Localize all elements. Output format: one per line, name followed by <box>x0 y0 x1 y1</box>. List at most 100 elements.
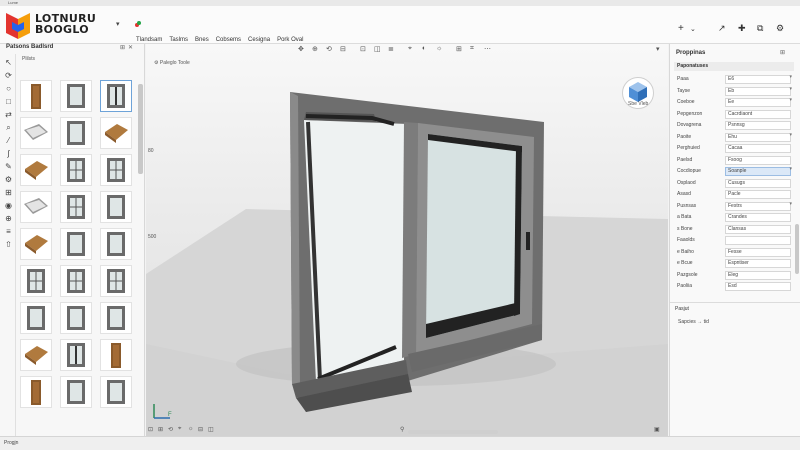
component-thumbnail[interactable] <box>20 376 52 408</box>
eye-icon[interactable]: ◉ <box>4 201 13 210</box>
dropdown-chevron-icon[interactable]: ▾ <box>789 74 792 80</box>
select-icon[interactable]: ↖ <box>4 58 13 67</box>
menu-item[interactable]: Tlandsam <box>136 37 162 43</box>
property-value[interactable]: E6 <box>725 75 791 84</box>
property-value[interactable]: Cacaa <box>725 144 791 153</box>
component-thumbnail-image <box>111 343 121 368</box>
component-thumbnail[interactable] <box>20 191 52 223</box>
component-thumbnail[interactable] <box>60 302 92 334</box>
brand-menu-chevron-icon[interactable]: ▾ <box>116 20 120 28</box>
panel-options-icon[interactable]: ⊞ <box>780 50 788 56</box>
dropdown-chevron-icon[interactable]: ▾ <box>789 166 792 172</box>
viewport-horizontal-scrollbar[interactable] <box>408 430 498 434</box>
property-value[interactable]: Pacle <box>725 190 791 199</box>
camera-icon[interactable]: ⌖ <box>178 426 181 433</box>
component-thumbnail[interactable] <box>20 265 52 297</box>
component-thumbnail[interactable] <box>60 228 92 260</box>
property-value[interactable]: Crandes <box>725 213 791 222</box>
properties-scrollbar[interactable] <box>795 224 799 274</box>
component-thumbnail[interactable] <box>100 265 132 297</box>
property-value[interactable]: Festrs <box>725 201 791 211</box>
menu-item[interactable]: Taslms <box>169 37 188 43</box>
add-menu-chevron-icon[interactable]: ⌄ <box>690 25 696 33</box>
light-icon[interactable]: ☼ <box>188 426 194 432</box>
component-thumbnail[interactable] <box>20 302 52 334</box>
ruler-icon[interactable]: ⊟ <box>198 426 203 433</box>
frame-icon[interactable]: ⊞ <box>158 426 163 433</box>
property-value[interactable]: Cusugs <box>725 178 791 188</box>
property-value[interactable]: Clansas <box>725 224 791 234</box>
component-thumbnail[interactable] <box>20 339 52 371</box>
component-thumbnail[interactable] <box>60 191 92 223</box>
export-icon[interactable]: ⇧ <box>4 240 13 249</box>
fit-icon[interactable]: ⊡ <box>148 426 153 433</box>
transform-icon[interactable]: ⟳ <box>4 71 13 80</box>
property-value[interactable]: Fesse <box>725 247 791 257</box>
component-thumbnail[interactable] <box>60 117 92 149</box>
component-thumbnail[interactable] <box>100 376 132 408</box>
property-value[interactable]: Esd <box>725 282 791 291</box>
property-value[interactable]: Eleg <box>725 270 791 280</box>
component-thumbnail[interactable] <box>100 80 132 112</box>
orbit-icon[interactable]: ⟲ <box>168 426 173 433</box>
menu-item[interactable]: Cesigna <box>248 37 270 43</box>
component-thumbnail[interactable] <box>100 302 132 334</box>
component-thumbnail[interactable] <box>20 154 52 186</box>
globe-icon[interactable]: ⊕ <box>4 214 13 223</box>
line-icon[interactable]: ⁄ <box>4 136 13 145</box>
window-3d-model[interactable] <box>276 92 556 412</box>
property-value[interactable]: Espntiser <box>725 259 791 268</box>
curve-icon[interactable]: ∫ <box>4 149 13 158</box>
component-thumbnail[interactable] <box>60 265 92 297</box>
component-thumbnail[interactable] <box>60 376 92 408</box>
copy-icon[interactable]: ⧉ <box>757 23 763 34</box>
dropdown-chevron-icon[interactable]: ▾ <box>789 86 792 92</box>
plus-icon[interactable]: ✚ <box>738 23 746 34</box>
dropdown-chevron-icon[interactable]: ▾ <box>789 132 792 138</box>
property-value[interactable]: Psnnsg <box>725 121 791 130</box>
section-icon[interactable]: ◫ <box>208 426 214 433</box>
property-value[interactable]: Eb <box>725 86 791 96</box>
property-value[interactable]: Soanple <box>725 167 791 176</box>
component-thumbnail[interactable] <box>20 80 52 112</box>
circle-icon[interactable]: ○ <box>4 84 13 93</box>
grid-icon[interactable]: ⊞ <box>4 188 13 197</box>
settings-icon[interactable]: ⚙ <box>4 175 13 184</box>
edit-icon[interactable]: ✎ <box>4 162 13 171</box>
panel-close-icon[interactable]: ✕ <box>128 45 136 51</box>
property-value[interactable] <box>725 236 791 245</box>
viewport-options-icon[interactable]: ▣ <box>654 426 660 433</box>
box-icon[interactable]: □ <box>4 97 13 106</box>
app-logo[interactable] <box>4 11 32 41</box>
menu-item[interactable]: Pork Oval <box>277 37 303 43</box>
property-value[interactable]: Ee <box>725 98 791 107</box>
menu-item[interactable]: Cobsems <box>216 37 241 43</box>
search-icon[interactable]: ⌕ <box>4 123 13 132</box>
property-value[interactable]: Fsoog <box>725 155 791 165</box>
menu-item[interactable]: Bnes <box>195 37 209 43</box>
section-item[interactable]: Sapcies → tid <box>678 319 709 325</box>
share-icon[interactable]: ↗ <box>718 23 726 34</box>
mirror-icon[interactable]: ⇄ <box>4 110 13 119</box>
component-thumbnail[interactable] <box>100 339 132 371</box>
component-thumbnail[interactable] <box>60 154 92 186</box>
component-thumbnail[interactable] <box>60 80 92 112</box>
component-thumbnail[interactable] <box>100 228 132 260</box>
component-thumbnail[interactable] <box>100 117 132 149</box>
layers-icon[interactable]: ≡ <box>4 227 13 236</box>
3d-viewport[interactable]: ✥ ⊕ ⟲ ⊟ ⊡ ◫ ≣ ⌖ ◐ ☼ ⊞ ⌗ ⋯ ▾ ⚙ Paleglo To… <box>146 44 668 436</box>
panel-grid-icon[interactable]: ⊞ <box>120 45 128 51</box>
component-thumbnail[interactable] <box>20 228 52 260</box>
property-value[interactable]: Ehu <box>725 132 791 142</box>
dropdown-chevron-icon[interactable]: ▾ <box>789 97 792 103</box>
property-value[interactable]: Cacrdiaont <box>725 109 791 119</box>
add-icon[interactable]: + <box>678 23 684 34</box>
dropdown-chevron-icon[interactable]: ▾ <box>789 201 792 207</box>
component-thumbnail[interactable] <box>60 339 92 371</box>
component-thumbnail[interactable] <box>100 191 132 223</box>
origin-pin-icon[interactable]: ⚲ <box>400 426 404 433</box>
settings-icon[interactable]: ⚙ <box>776 23 784 34</box>
component-thumbnail[interactable] <box>20 117 52 149</box>
left-panel-scrollbar[interactable] <box>138 84 143 174</box>
component-thumbnail[interactable] <box>100 154 132 186</box>
